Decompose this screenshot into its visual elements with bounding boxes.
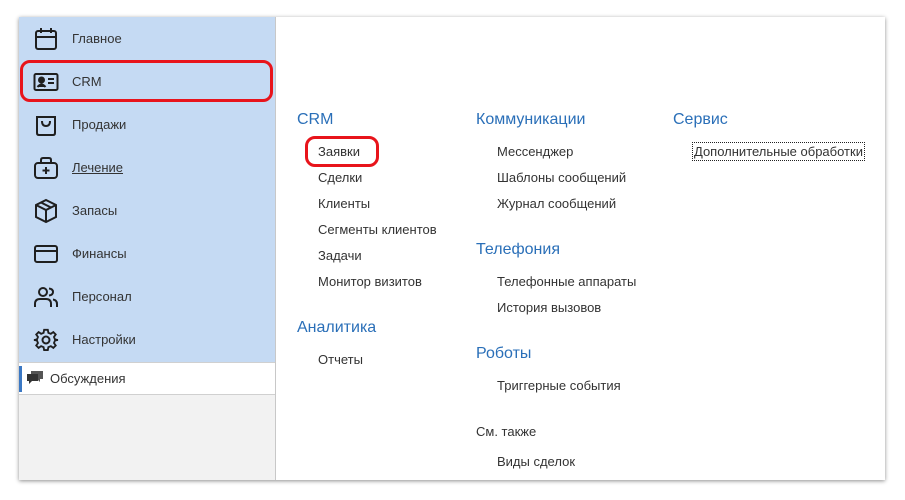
sidebar-item-treatment[interactable]: Лечение [19, 146, 275, 189]
sidebar-item-personnel[interactable]: Персонал [19, 275, 275, 318]
app-window: Главное CRM Продажи Лечение Запасы Финан… [19, 17, 885, 480]
credit-card-icon [33, 241, 59, 267]
link-message-templates[interactable]: Шаблоны сообщений [497, 170, 626, 185]
sidebar-item-label: Персонал [72, 289, 132, 304]
users-icon [33, 284, 59, 310]
sidebar-item-label: CRM [72, 74, 102, 89]
sidebar-item-label: Настройки [72, 332, 136, 347]
sidebar: Главное CRM Продажи Лечение Запасы Финан… [19, 17, 276, 480]
link-phone-devices[interactable]: Телефонные аппараты [497, 274, 636, 289]
sidebar-item-crm[interactable]: CRM [19, 60, 275, 103]
link-message-log[interactable]: Журнал сообщений [497, 196, 616, 211]
sidebar-item-label: Лечение [72, 160, 124, 175]
link-deals[interactable]: Сделки [318, 170, 362, 185]
medical-bag-icon [33, 155, 59, 181]
active-indicator [19, 366, 22, 392]
calendar-icon [33, 26, 59, 52]
sidebar-item-label: Главное [72, 31, 122, 46]
contact-card-icon [33, 69, 59, 95]
group-title-crm[interactable]: CRM [297, 111, 333, 129]
shopping-bag-icon [33, 112, 59, 138]
see-also-heading: См. также [476, 424, 537, 439]
group-title-analytics[interactable]: Аналитика [297, 319, 376, 337]
link-messenger[interactable]: Мессенджер [497, 144, 573, 159]
box-icon [33, 198, 59, 224]
link-reports[interactable]: Отчеты [318, 352, 363, 367]
link-requests[interactable]: Заявки [318, 144, 360, 159]
group-title-robots[interactable]: Роботы [476, 345, 531, 363]
link-tasks[interactable]: Задачи [318, 248, 362, 263]
sidebar-item-sales[interactable]: Продажи [19, 103, 275, 146]
sidebar-item-inventory[interactable]: Запасы [19, 189, 275, 232]
main-content: CRM Заявки Сделки Клиенты Сегменты клиен… [276, 17, 885, 480]
sidebar-item-finance[interactable]: Финансы [19, 232, 275, 275]
link-call-history[interactable]: История вызовов [497, 300, 601, 315]
sidebar-item-label: Финансы [72, 246, 127, 261]
group-title-communications[interactable]: Коммуникации [476, 111, 585, 129]
link-client-segments[interactable]: Сегменты клиентов [318, 222, 437, 237]
link-additional-processing[interactable]: Дополнительные обработки [692, 142, 865, 161]
group-title-service[interactable]: Сервис [673, 111, 728, 129]
sidebar-item-label: Продажи [72, 117, 127, 132]
link-trigger-events[interactable]: Триггерные события [497, 378, 621, 393]
sidebar-item-label: Запасы [72, 203, 118, 218]
link-clients[interactable]: Клиенты [318, 196, 370, 211]
discussions-label: Обсуждения [50, 371, 126, 386]
link-deal-types[interactable]: Виды сделок [497, 454, 575, 469]
group-title-telephony[interactable]: Телефония [476, 241, 560, 259]
sidebar-item-main[interactable]: Главное [19, 17, 275, 60]
gear-icon [33, 327, 59, 353]
sidebar-item-settings[interactable]: Настройки [19, 318, 275, 361]
link-visit-monitor[interactable]: Монитор визитов [318, 274, 422, 289]
sidebar-item-discussions[interactable]: Обсуждения [19, 362, 275, 395]
chat-icon [27, 371, 43, 386]
